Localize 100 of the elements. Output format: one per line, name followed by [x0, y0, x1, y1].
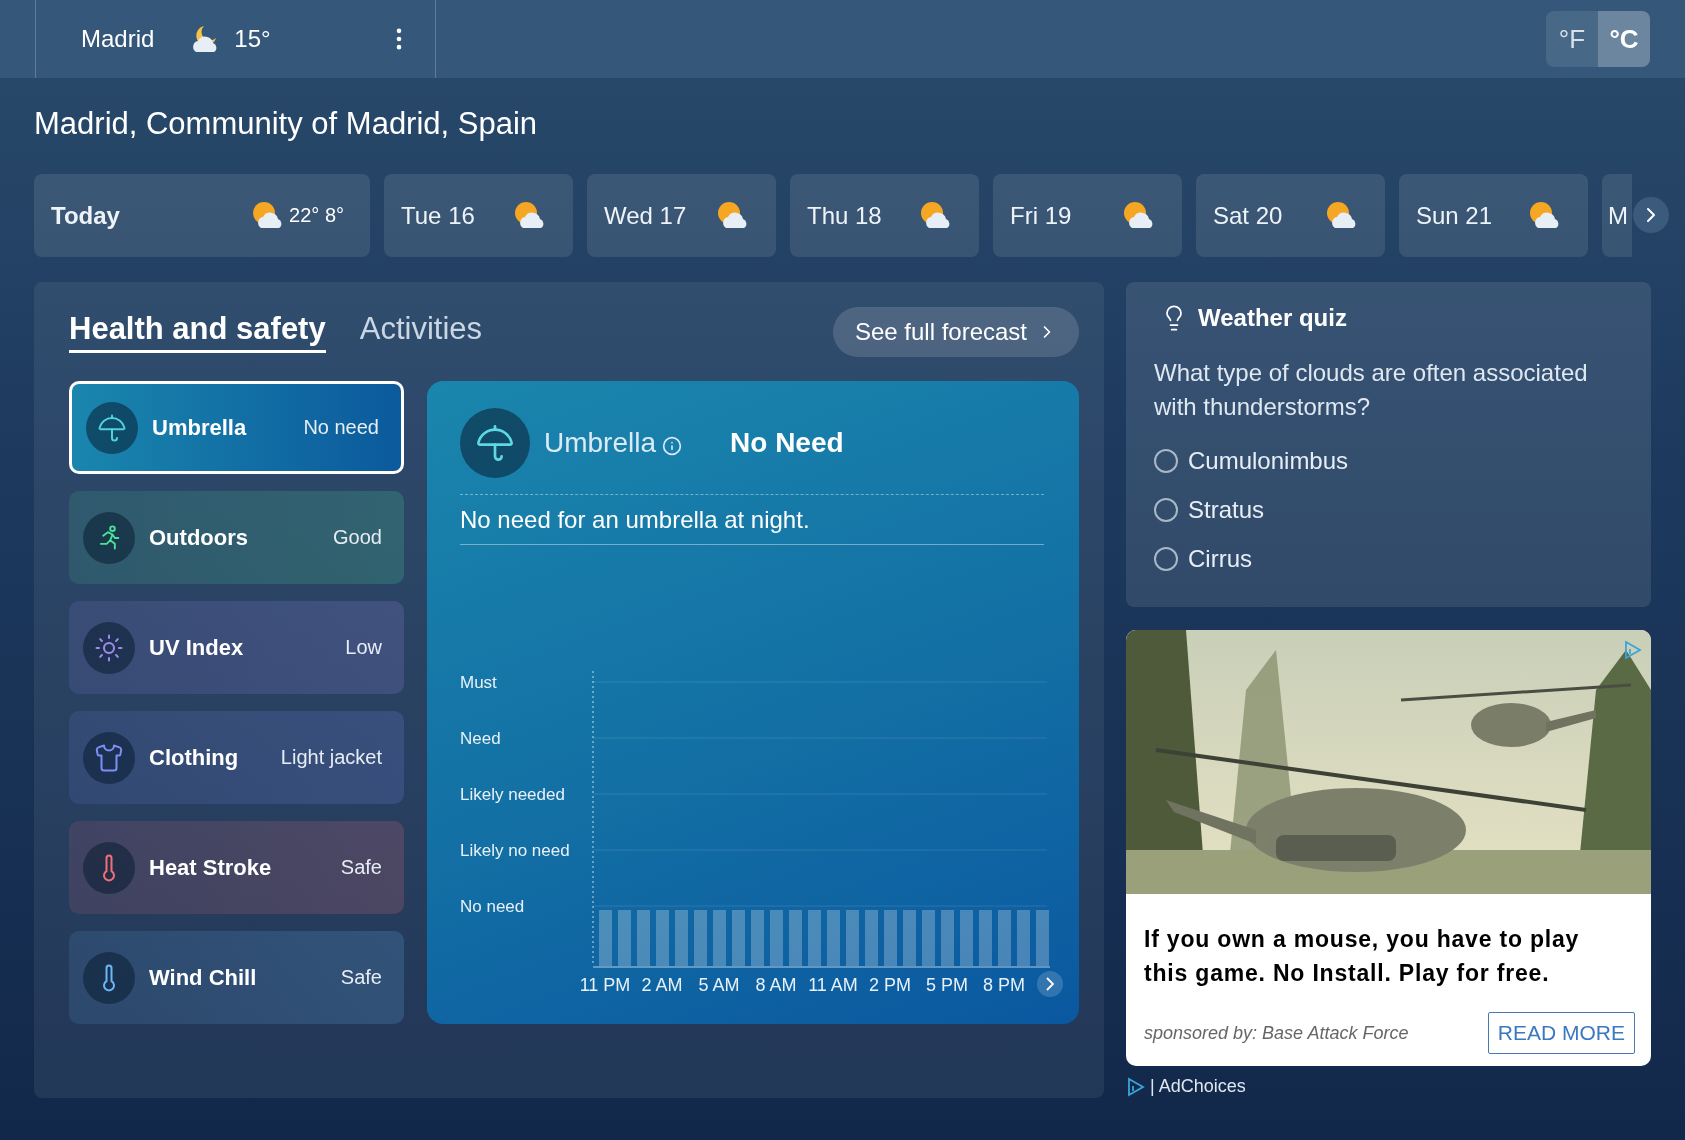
- day-card[interactable]: Thu 18: [790, 174, 979, 257]
- day-temperatures: 22° 8°: [289, 204, 344, 227]
- axis-label: 5 AM: [698, 975, 740, 995]
- day-label: Sun 21: [1416, 201, 1493, 230]
- chart-bar: [827, 910, 840, 966]
- axis-label: Likely no need: [460, 841, 570, 860]
- item-name: UV Index: [149, 634, 245, 661]
- item-status: Good: [333, 526, 382, 549]
- chart-bar: [884, 910, 897, 966]
- day-label: Tue 16: [401, 201, 475, 230]
- info-icon[interactable]: [662, 436, 683, 456]
- health-item[interactable]: UV Index Low: [69, 601, 404, 694]
- day-label: Today: [51, 201, 120, 230]
- chart-bar: [1036, 910, 1049, 966]
- next-button[interactable]: [1633, 197, 1669, 233]
- day-card[interactable]: Tue 16: [384, 174, 573, 257]
- quiz-question: What type of clouds are often associated with thunderstorms?: [1154, 358, 1589, 422]
- radio-button[interactable]: [1154, 546, 1178, 571]
- health-item[interactable]: Wind Chill Safe: [69, 931, 404, 1024]
- health-item[interactable]: Clothing Light jacket: [69, 711, 404, 804]
- chart-bar: [732, 910, 745, 966]
- item-name: Clothing: [149, 744, 240, 771]
- chart-bar: [903, 910, 916, 966]
- chart-bar: [713, 910, 726, 966]
- adchoices-icon[interactable]: [1126, 1076, 1146, 1097]
- axis-label: 5 PM: [926, 975, 968, 995]
- chart-bar: [941, 910, 954, 966]
- chart-bar: [675, 910, 688, 966]
- location-title: Madrid, Community of Madrid, Spain: [34, 106, 539, 143]
- day-card[interactable]: Sun 21: [1399, 174, 1588, 257]
- ad-badge-icon[interactable]: [1623, 640, 1643, 660]
- detail-verdict: No Need: [730, 427, 844, 459]
- axis-label: 2 PM: [869, 975, 911, 995]
- chart-bar: [618, 910, 631, 966]
- quiz-option[interactable]: Stratus: [1154, 485, 1623, 534]
- item-status: No need: [303, 416, 379, 439]
- health-item[interactable]: Umbrella No need: [69, 381, 404, 474]
- chart-bar: [656, 910, 669, 966]
- chart-bar: [1017, 910, 1030, 966]
- read-more-button[interactable]: READ MORE: [1487, 1012, 1635, 1054]
- quiz-option[interactable]: Cirrus: [1154, 534, 1623, 583]
- chart-bar: [846, 910, 859, 966]
- unit-button[interactable]: °C: [1598, 11, 1650, 67]
- day-label: Thu 18: [807, 201, 882, 230]
- chart-bar: [998, 910, 1011, 966]
- chart-bar: [865, 910, 878, 966]
- axis-label: Likely needed: [460, 785, 565, 804]
- axis-label: 11 PM: [579, 975, 631, 995]
- item-status: Safe: [340, 966, 382, 989]
- chart-bar: [599, 910, 612, 966]
- item-name: Heat Stroke: [149, 854, 273, 881]
- city-name: Madrid: [81, 25, 155, 53]
- item-name: Outdoors: [149, 524, 249, 551]
- day-label: Fri 19: [1010, 201, 1072, 230]
- detail-title: Umbrella: [544, 427, 657, 459]
- chart-bar: [979, 910, 992, 966]
- item-name: Wind Chill: [149, 964, 258, 991]
- current-temperature: 15°: [234, 25, 272, 53]
- axis-label: 8 PM: [983, 975, 1025, 995]
- day-card[interactable]: M: [1602, 174, 1632, 257]
- health-item[interactable]: Outdoors Good: [69, 491, 404, 584]
- axis-label: No need: [460, 897, 525, 916]
- forecast-button[interactable]: See full forecast: [832, 307, 1079, 357]
- item-status: Light jacket: [280, 746, 382, 769]
- ad-headline[interactable]: If you own a mouse, you have to play this game. No Install. Play for free.: [1126, 894, 1651, 990]
- item-status: Safe: [340, 856, 382, 879]
- day-label: Wed 17: [604, 201, 687, 230]
- chart-bar: [808, 910, 821, 966]
- health-item[interactable]: Heat Stroke Safe: [69, 821, 404, 914]
- chart-bar: [751, 910, 764, 966]
- detail-description: No need for an umbrella at night.: [460, 495, 1044, 545]
- day-card[interactable]: Wed 17: [587, 174, 776, 257]
- radio-button[interactable]: [1154, 448, 1178, 473]
- day-card[interactable]: Fri 19: [993, 174, 1182, 257]
- chart-bar: [960, 910, 973, 966]
- chart-bar: [637, 910, 650, 966]
- day-card[interactable]: Today 22° 8°: [34, 174, 370, 257]
- axis-label: Must: [460, 673, 497, 692]
- axis-label: Need: [460, 729, 501, 748]
- axis-label: 11 AM: [808, 975, 858, 995]
- chart-bar: [770, 910, 783, 966]
- axis-label: 8 AM: [755, 975, 797, 995]
- day-card[interactable]: Sat 20: [1196, 174, 1385, 257]
- day-label: M: [1608, 201, 1628, 230]
- quiz-option[interactable]: Cumulonimbus: [1154, 436, 1623, 485]
- radio-button[interactable]: [1154, 497, 1178, 522]
- unit-button[interactable]: °F: [1546, 11, 1598, 67]
- next-arrow-button[interactable]: [1037, 971, 1063, 997]
- adchoices-link[interactable]: | AdChoices: [1150, 1076, 1246, 1097]
- axis-label: 2 AM: [641, 975, 683, 995]
- chart-bar: [694, 910, 707, 966]
- chart-bar: [789, 910, 802, 966]
- chart-bar: [922, 910, 935, 966]
- tab[interactable]: Health and safety: [69, 311, 326, 353]
- tab[interactable]: Activities: [359, 311, 482, 353]
- item-name: Umbrella: [152, 414, 248, 441]
- quiz-title: Weather quiz: [1198, 304, 1347, 332]
- day-label: Sat 20: [1213, 201, 1283, 230]
- umbrella-icon: [475, 423, 515, 463]
- item-status: Low: [345, 636, 382, 659]
